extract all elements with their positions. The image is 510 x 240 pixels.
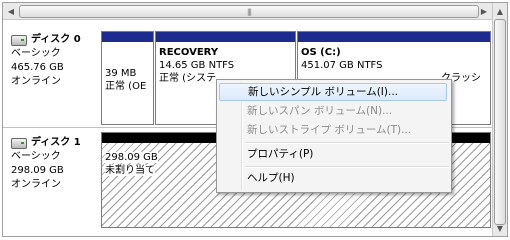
context-menu: 新しいシンプル ボリューム(I)... 新しいスパン ボリューム(N)... 新… [216,79,452,193]
partition-size: 39 MB [105,68,137,79]
hard-disk-icon [11,34,27,46]
disk-1-info[interactable]: ディスク 1 ベーシック 298.09 GB オンライン [11,136,99,192]
menu-item-new-striped-volume[interactable]: 新しいストライプ ボリューム(T)... [219,121,447,139]
partition-size: 298.09 GB [105,152,158,163]
vertical-scrollbar[interactable]: ▲ ▼ [492,3,507,236]
partition-status: 未割り当て [105,165,155,176]
partition-bar [298,32,490,42]
partition-bar [102,32,153,42]
menu-separator [245,142,449,144]
horizontal-scroll-thumb[interactable]: ||| [19,5,479,18]
vertical-scroll-thumb[interactable] [494,19,506,225]
menu-separator [245,166,449,168]
disk-status: オンライン [11,76,61,87]
scroll-grip: ||| [246,7,252,16]
partition-size: 451.07 GB NTFS [301,60,383,71]
hard-disk-icon [11,137,27,149]
menu-item-properties[interactable]: プロパティ(P) [219,145,447,163]
menu-item-new-spanned-volume[interactable]: 新しいスパン ボリューム(N)... [219,102,447,120]
partition-size: 14.65 GB NTFS [159,60,235,71]
disk-management-pane: ◀ ||| ▶ ▲ ▼ ディスク 0 ベーシック 465.76 GB オンライン… [2,2,508,237]
disk-type: ベーシック [11,151,61,162]
scroll-up-arrow-icon[interactable]: ▲ [493,4,507,18]
partition-bar [156,32,295,42]
menu-item-new-simple-volume[interactable]: 新しいシンプル ボリューム(I)... [219,83,447,101]
disk-type: ベーシック [11,48,61,59]
disk-name: ディスク 1 [31,137,81,148]
horizontal-scrollbar[interactable]: ◀ ||| ▶ [3,3,492,20]
partition-oem[interactable]: 39 MB 正常 (OE [101,31,154,125]
partition-title: OS (C:) [301,47,341,58]
partition-status: 正常 (OE [105,81,147,92]
scroll-right-arrow-icon[interactable]: ▶ [477,3,491,19]
disk-name: ディスク 0 [31,34,81,45]
scroll-down-arrow-icon[interactable]: ▼ [493,221,507,235]
disk-0-info[interactable]: ディスク 0 ベーシック 465.76 GB オンライン [11,33,99,89]
disk-size: 465.76 GB [11,62,64,73]
partition-title: RECOVERY [159,47,219,58]
scroll-left-arrow-icon[interactable]: ◀ [4,3,18,19]
menu-item-help[interactable]: ヘルプ(H) [219,169,447,187]
disk-size: 298.09 GB [11,165,64,176]
disk-status: オンライン [11,179,61,190]
